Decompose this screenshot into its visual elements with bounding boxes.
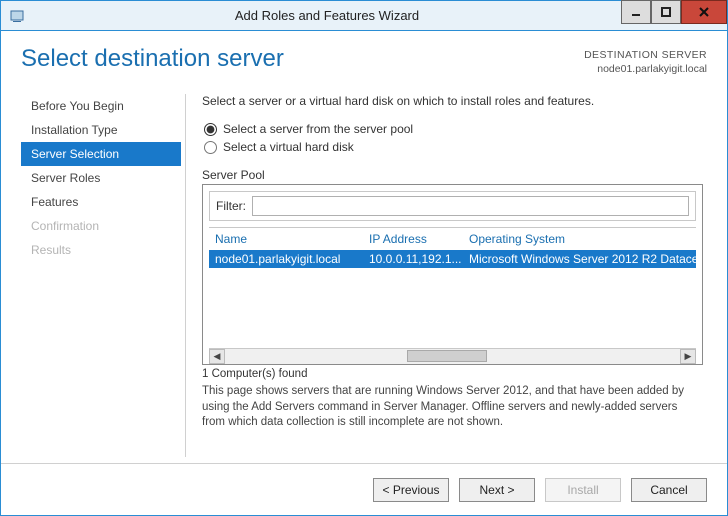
filter-input[interactable] (252, 196, 689, 216)
table-blank-area (209, 268, 696, 348)
server-pool-label: Server Pool (202, 168, 703, 182)
col-header-name[interactable]: Name (209, 232, 369, 246)
radio-server-pool-label: Select a server from the server pool (223, 122, 413, 136)
radio-virtual-hd-label: Select a virtual hard disk (223, 140, 354, 154)
radio-virtual-hd[interactable]: Select a virtual hard disk (204, 140, 703, 154)
server-table: Name IP Address Operating System node01.… (209, 227, 696, 364)
sidebar-item-features[interactable]: Features (21, 190, 181, 214)
sidebar-item-results: Results (21, 238, 181, 262)
server-pool-box: Filter: Name IP Address Operating System… (202, 184, 703, 365)
header-row: Select destination server DESTINATION SE… (21, 45, 707, 76)
wizard-footer: < Previous Next > Install Cancel (1, 463, 727, 515)
col-header-os[interactable]: Operating System (469, 232, 696, 246)
scroll-left-icon[interactable]: ◀ (209, 349, 225, 364)
wizard-body: Select destination server DESTINATION SE… (1, 31, 727, 463)
col-header-ip[interactable]: IP Address (369, 232, 469, 246)
maximize-button[interactable] (651, 0, 681, 24)
next-button[interactable]: Next > (459, 478, 535, 502)
wizard-window: Add Roles and Features Wizard Select des… (0, 0, 728, 516)
page-title: Select destination server (21, 45, 284, 73)
main-area: Before You Begin Installation Type Serve… (21, 94, 707, 457)
sidebar-item-server-selection[interactable]: Server Selection (21, 142, 181, 166)
titlebar: Add Roles and Features Wizard (1, 1, 727, 31)
sidebar-item-installation-type[interactable]: Installation Type (21, 118, 181, 142)
cell-ip: 10.0.0.11,192.1... (369, 252, 469, 266)
close-button[interactable] (681, 0, 727, 24)
cancel-button[interactable]: Cancel (631, 478, 707, 502)
window-title: Add Roles and Features Wizard (33, 8, 621, 23)
scroll-thumb[interactable] (407, 350, 487, 362)
sidebar-item-before-you-begin[interactable]: Before You Begin (21, 94, 181, 118)
install-button: Install (545, 478, 621, 502)
cell-os: Microsoft Windows Server 2012 R2 Datacen… (469, 252, 696, 266)
horizontal-scrollbar[interactable]: ◀ ▶ (209, 348, 696, 364)
window-controls (621, 1, 727, 30)
app-icon (1, 8, 33, 24)
sidebar-item-confirmation: Confirmation (21, 214, 181, 238)
previous-button[interactable]: < Previous (373, 478, 449, 502)
radio-server-pool-input[interactable] (204, 123, 217, 136)
content-pane: Select a server or a virtual hard disk o… (186, 94, 707, 457)
description-text: This page shows servers that are running… (202, 384, 703, 431)
step-sidebar: Before You Begin Installation Type Serve… (21, 94, 186, 457)
intro-text: Select a server or a virtual hard disk o… (202, 94, 703, 108)
cell-name: node01.parlakyigit.local (209, 252, 369, 266)
source-radio-group: Select a server from the server pool Sel… (204, 122, 703, 158)
radio-virtual-hd-input[interactable] (204, 141, 217, 154)
scroll-track[interactable] (225, 349, 680, 364)
filter-label: Filter: (216, 199, 246, 213)
destination-server-label: DESTINATION SERVER (584, 48, 707, 62)
destination-server-info: DESTINATION SERVER node01.parlakyigit.lo… (584, 45, 707, 76)
table-header: Name IP Address Operating System (209, 228, 696, 250)
destination-server-value: node01.parlakyigit.local (584, 62, 707, 76)
scroll-right-icon[interactable]: ▶ (680, 349, 696, 364)
minimize-button[interactable] (621, 0, 651, 24)
filter-row: Filter: (209, 191, 696, 221)
sidebar-item-server-roles[interactable]: Server Roles (21, 166, 181, 190)
computers-found-text: 1 Computer(s) found (202, 368, 703, 380)
table-row[interactable]: node01.parlakyigit.local 10.0.0.11,192.1… (209, 250, 696, 268)
radio-server-pool[interactable]: Select a server from the server pool (204, 122, 703, 136)
